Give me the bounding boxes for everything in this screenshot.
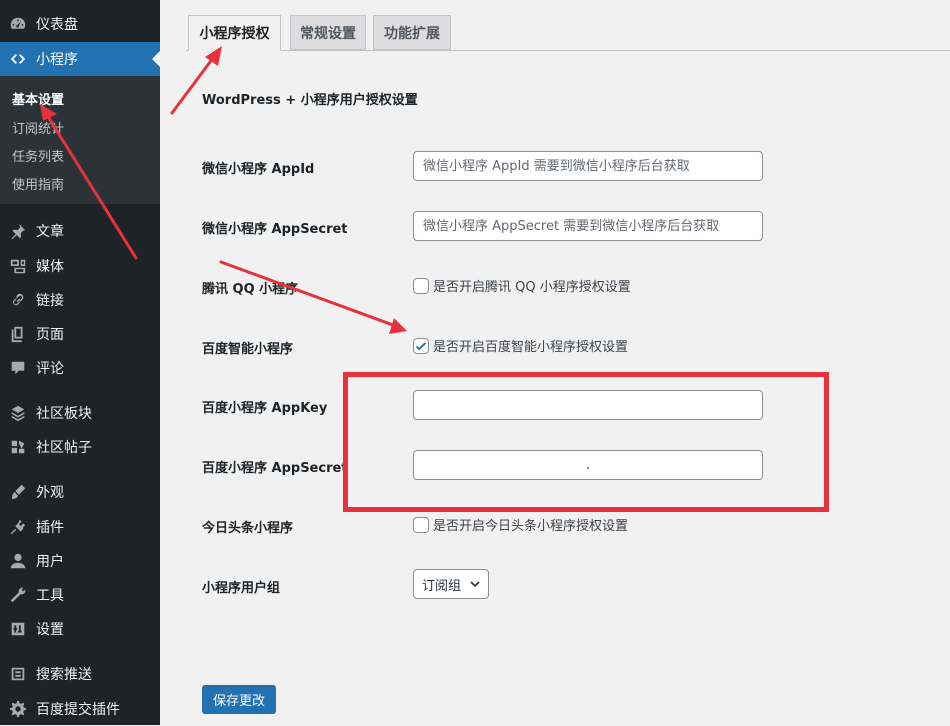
sidebar-item-label: 社区板块 bbox=[36, 406, 92, 422]
toutiao-auth-checkbox[interactable] bbox=[413, 516, 429, 533]
user-group-selected: 订阅组 bbox=[422, 578, 462, 594]
brush-icon bbox=[9, 483, 27, 501]
settings-icon bbox=[9, 620, 27, 638]
sidebar-item-media[interactable]: 媒体 bbox=[0, 249, 160, 283]
baidu-appsecret-label: 百度小程序 AppSecret bbox=[202, 461, 348, 476]
forum-icon bbox=[9, 404, 27, 422]
main-content: 小程序授权 常规设置 功能扩展 WordPress + 小程序用户授权设置 微信… bbox=[160, 0, 950, 725]
sidebar-item-label: 插件 bbox=[36, 520, 64, 536]
tab-feature-extensions[interactable]: 功能扩展 bbox=[373, 15, 451, 50]
submenu-user-guide[interactable]: 使用指南 bbox=[12, 174, 64, 193]
sidebar-item-label: 链接 bbox=[36, 293, 64, 309]
baidu-auth-checkbox[interactable] bbox=[413, 337, 429, 354]
sidebar-item-label: 用户 bbox=[36, 554, 64, 570]
wrench-icon bbox=[9, 586, 27, 604]
toutiao-miniprogram-label: 今日头条小程序 bbox=[202, 521, 294, 536]
sidebar-item-links[interactable]: 链接 bbox=[0, 283, 160, 317]
sidebar-item-miniprogram[interactable]: 小程序 bbox=[0, 42, 160, 76]
sidebar-item-posts[interactable]: 文章 bbox=[0, 214, 160, 248]
sidebar-item-label: 媒体 bbox=[36, 259, 64, 275]
toutiao-auth-option: 是否开启今日头条小程序授权设置 bbox=[413, 515, 628, 534]
sidebar-item-label: 社区帖子 bbox=[36, 440, 92, 456]
qq-auth-checkbox[interactable] bbox=[413, 277, 429, 294]
push-icon bbox=[9, 665, 27, 683]
sidebar-item-label: 评论 bbox=[36, 361, 64, 377]
wechat-appid-input[interactable] bbox=[413, 151, 763, 181]
topics-icon bbox=[9, 438, 27, 456]
sidebar-item-search-push[interactable]: 搜索推送 bbox=[0, 657, 160, 691]
user-group-label: 小程序用户组 bbox=[202, 581, 281, 596]
sidebar-item-settings[interactable]: 设置 bbox=[0, 612, 160, 646]
link-icon bbox=[9, 291, 27, 309]
media-icon bbox=[9, 257, 27, 275]
wechat-appsecret-input[interactable] bbox=[413, 211, 763, 241]
sidebar-item-comments[interactable]: 评论 bbox=[0, 351, 160, 385]
sidebar-item-label: 页面 bbox=[36, 327, 64, 343]
save-changes-button[interactable]: 保存更改 bbox=[202, 685, 276, 714]
tab-miniprogram-auth[interactable]: 小程序授权 bbox=[188, 15, 281, 51]
wechat-appid-label: 微信小程序 AppId bbox=[202, 162, 315, 177]
sidebar-item-label: 设置 bbox=[36, 622, 64, 638]
submenu-basic-settings[interactable]: 基本设置 bbox=[12, 89, 64, 108]
baidu-miniprogram-label: 百度智能小程序 bbox=[202, 342, 294, 357]
chevron-down-icon bbox=[470, 581, 480, 588]
checkmark-icon bbox=[415, 341, 427, 350]
sidebar-item-label: 百度提交插件 bbox=[36, 702, 120, 718]
baidu-appsecret-input[interactable] bbox=[413, 450, 763, 480]
dashboard-icon bbox=[9, 15, 27, 33]
sidebar-item-tools[interactable]: 工具 bbox=[0, 578, 160, 612]
sidebar-item-appearance[interactable]: 外观 bbox=[0, 475, 160, 509]
sidebar-item-forums[interactable]: 社区板块 bbox=[0, 396, 160, 430]
tabs-divider bbox=[186, 50, 950, 51]
sidebar-item-dashboard[interactable]: 仪表盘 bbox=[0, 7, 160, 41]
sidebar-item-users[interactable]: 用户 bbox=[0, 544, 160, 578]
baidu-auth-option: 是否开启百度智能小程序授权设置 bbox=[413, 336, 628, 355]
submenu-task-list[interactable]: 任务列表 bbox=[12, 146, 64, 165]
sidebar-item-label: 搜索推送 bbox=[36, 667, 92, 683]
submenu-subscription-stats[interactable]: 订阅统计 bbox=[12, 118, 64, 137]
sidebar-item-label: 仪表盘 bbox=[36, 17, 78, 33]
baidu-appkey-input[interactable] bbox=[413, 390, 763, 420]
comment-icon bbox=[9, 359, 27, 377]
sidebar-item-topics[interactable]: 社区帖子 bbox=[0, 430, 160, 464]
sidebar-item-label: 文章 bbox=[36, 224, 64, 240]
sidebar-item-label: 外观 bbox=[36, 485, 64, 501]
sidebar-item-baidu-submit[interactable]: 百度提交插件 bbox=[0, 692, 160, 726]
tab-general-settings[interactable]: 常规设置 bbox=[290, 15, 366, 50]
baidu-auth-checkbox-label[interactable]: 是否开启百度智能小程序授权设置 bbox=[433, 336, 628, 355]
sidebar-item-pages[interactable]: 页面 bbox=[0, 317, 160, 351]
sidebar-item-plugins[interactable]: 插件 bbox=[0, 510, 160, 544]
code-icon bbox=[9, 50, 27, 68]
current-menu-arrow bbox=[152, 51, 160, 67]
qq-auth-checkbox-label[interactable]: 是否开启腾讯 QQ 小程序授权设置 bbox=[433, 276, 631, 295]
miniprogram-submenu: 基本设置 订阅统计 任务列表 使用指南 bbox=[0, 76, 160, 204]
wechat-appsecret-label: 微信小程序 AppSecret bbox=[202, 222, 348, 237]
gear-icon bbox=[9, 700, 27, 718]
sidebar-item-label: 小程序 bbox=[36, 52, 78, 68]
pin-icon bbox=[9, 222, 27, 240]
admin-sidebar: 仪表盘 小程序 基本设置 订阅统计 任务列表 使用指南 文章 媒体 链接 页面 … bbox=[0, 0, 160, 725]
plugin-icon bbox=[9, 518, 27, 536]
sidebar-item-label: 工具 bbox=[36, 588, 64, 604]
toutiao-auth-checkbox-label[interactable]: 是否开启今日头条小程序授权设置 bbox=[433, 515, 628, 534]
qq-auth-option: 是否开启腾讯 QQ 小程序授权设置 bbox=[413, 276, 631, 295]
user-group-select[interactable]: 订阅组 bbox=[413, 569, 489, 599]
user-icon bbox=[9, 552, 27, 570]
page-icon bbox=[9, 325, 27, 343]
qq-miniprogram-label: 腾讯 QQ 小程序 bbox=[202, 282, 299, 297]
baidu-appkey-label: 百度小程序 AppKey bbox=[202, 401, 328, 416]
page-title: WordPress + 小程序用户授权设置 bbox=[202, 93, 418, 108]
